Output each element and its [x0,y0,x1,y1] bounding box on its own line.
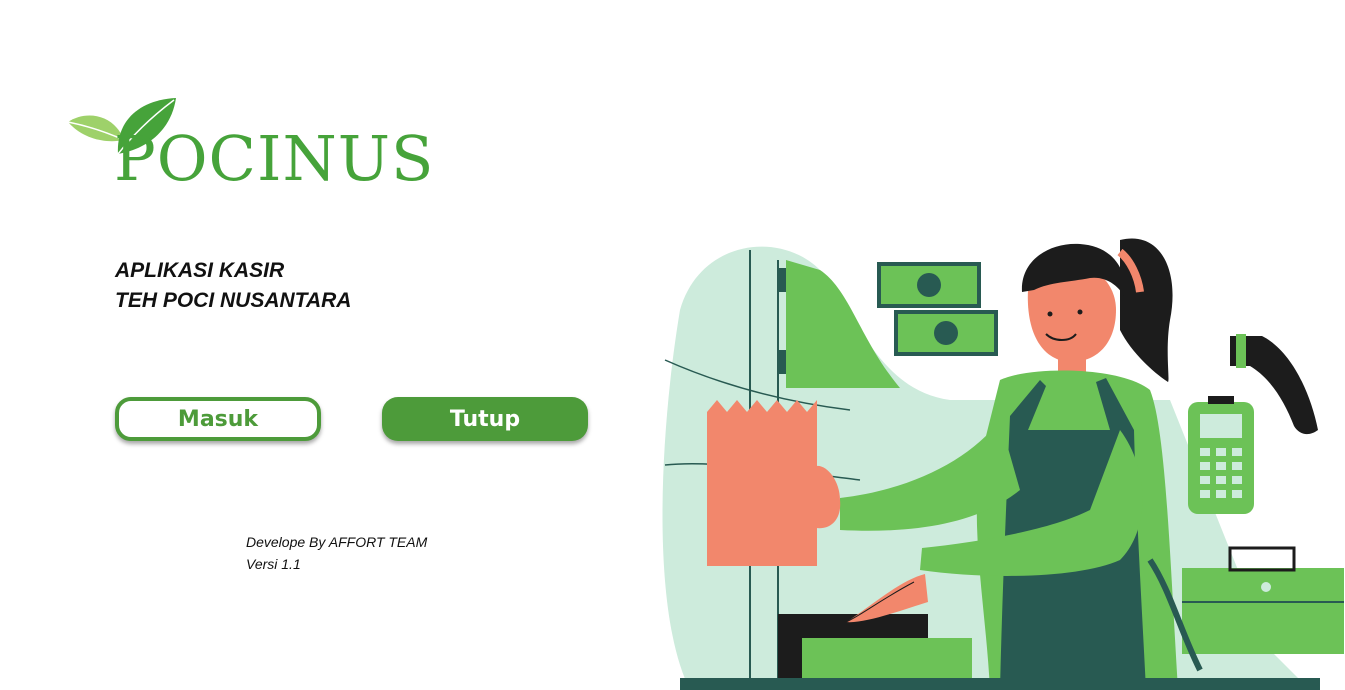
tagline-line-1: APLIKASI KASIR [115,259,285,282]
credits: Develope By AFFORT TEAM Versi 1.1 [246,531,427,575]
masuk-button[interactable]: Masuk [115,397,321,441]
version-label: Versi 1.1 [246,556,301,572]
logo-wordmark: POCINUS [114,122,435,195]
developer-credit: Develope By AFFORT TEAM [246,534,428,550]
cashier-illustration [662,238,1344,690]
tagline-line-2: TEH POCI NUSANTARA [115,289,352,312]
app-logo: POCINUS [66,92,433,202]
login-screen: POCINUS APLIKASI KASIR TEH POCI NUSANTAR… [0,0,1345,690]
tutup-button[interactable]: Tutup [382,397,588,441]
app-tagline: APLIKASI KASIR TEH POCI NUSANTARA [115,256,351,316]
